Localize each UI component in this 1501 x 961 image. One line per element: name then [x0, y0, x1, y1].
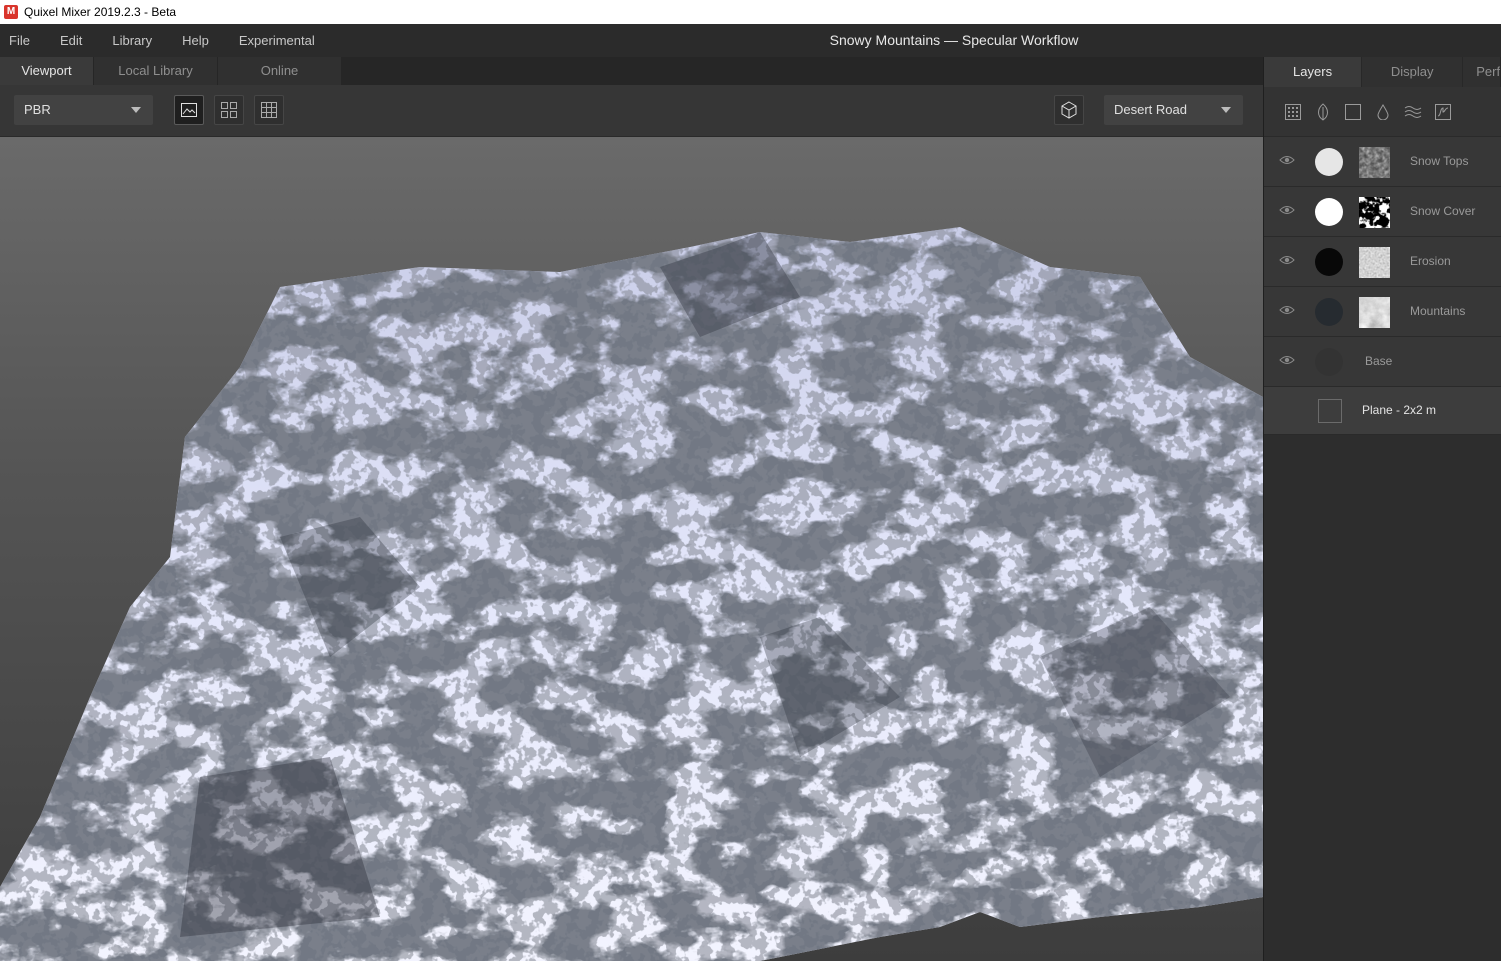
menu-help[interactable]: Help	[167, 33, 224, 48]
viewport-tabs: Viewport Local Library Online	[0, 57, 1263, 85]
mixer-app-icon: M	[4, 5, 18, 19]
mesh-name: Plane - 2x2 m	[1362, 403, 1437, 417]
layer-color-swatch[interactable]	[1315, 198, 1343, 226]
leaf-icon	[1318, 102, 1328, 121]
tab-layers[interactable]: Layers	[1264, 57, 1362, 87]
chevron-down-icon	[1221, 107, 1231, 113]
layer-base[interactable]: Base	[1264, 337, 1501, 387]
eye-icon[interactable]	[1279, 204, 1295, 216]
render-mode-value: PBR	[24, 102, 51, 117]
quad-view-button[interactable]	[214, 95, 244, 125]
menu-experimental[interactable]: Experimental	[224, 33, 330, 48]
environment-dropdown[interactable]: Desert Road	[1104, 95, 1243, 125]
layer-mask-thumbnail[interactable]	[1359, 197, 1390, 228]
window-titlebar: M Quixel Mixer 2019.2.3 - Beta	[0, 0, 1501, 24]
cube-icon	[1061, 101, 1077, 119]
viewport-toolbar: PBR Desert Road	[0, 85, 1263, 137]
menu-file[interactable]: File	[0, 33, 45, 48]
tab-display[interactable]: Display	[1362, 57, 1463, 87]
layer-name: Mountains	[1410, 304, 1466, 318]
waves-icon	[1404, 105, 1422, 118]
eye-icon[interactable]	[1279, 254, 1295, 266]
mesh-plane-icon	[1318, 399, 1342, 423]
eye-icon[interactable]	[1279, 154, 1295, 166]
single-view-button[interactable]	[174, 95, 204, 125]
render-mode-dropdown[interactable]: PBR	[14, 95, 153, 125]
tab-viewport[interactable]: Viewport	[0, 57, 93, 85]
add-solid-layer-button[interactable]	[1338, 97, 1368, 127]
layer-color-swatch[interactable]	[1315, 248, 1343, 276]
add-curve-layer-button[interactable]	[1428, 97, 1458, 127]
layer-mask-thumbnail[interactable]	[1359, 247, 1390, 278]
layer-name: Snow Tops	[1410, 154, 1469, 168]
layer-mask-thumbnail[interactable]	[1359, 297, 1390, 328]
drop-icon	[1377, 103, 1389, 120]
tab-local-library[interactable]: Local Library	[94, 57, 217, 85]
layer-name: Base	[1365, 354, 1393, 368]
add-noise-layer-button[interactable]	[1398, 97, 1428, 127]
layer-color-swatch[interactable]	[1315, 298, 1343, 326]
layer-snow-cover[interactable]: Snow Cover	[1264, 187, 1501, 237]
single-view-icon	[181, 103, 197, 117]
layer-mask-thumbnail[interactable]	[1359, 147, 1390, 178]
quad-view-icon	[221, 102, 237, 118]
layer-color-swatch[interactable]	[1315, 348, 1343, 376]
add-paint-layer-button[interactable]	[1368, 97, 1398, 127]
eye-icon[interactable]	[1279, 304, 1295, 316]
square-icon	[1345, 103, 1361, 120]
menu-edit[interactable]: Edit	[45, 33, 97, 48]
grid-view-icon	[261, 102, 277, 118]
curve-icon	[1435, 103, 1451, 120]
layer-snow-tops[interactable]: Snow Tops	[1264, 137, 1501, 187]
layer-name: Snow Cover	[1410, 204, 1476, 218]
layer-erosion[interactable]: Erosion	[1264, 237, 1501, 287]
layer-mountains[interactable]: Mountains	[1264, 287, 1501, 337]
menu-bar: File Edit Library Help Experimental Snow…	[0, 24, 1501, 57]
grid-view-button[interactable]	[254, 95, 284, 125]
tab-online[interactable]: Online	[218, 57, 341, 85]
chevron-down-icon	[131, 107, 141, 113]
panel-tabs: Layers Display Perf	[1264, 57, 1501, 87]
3d-viewport[interactable]	[0, 137, 1263, 961]
layer-color-swatch[interactable]	[1315, 148, 1343, 176]
texture-grid-icon	[1285, 103, 1301, 120]
environment-toggle-button[interactable]	[1054, 95, 1084, 125]
add-texture-layer-button[interactable]	[1278, 97, 1308, 127]
layers-panel: Layers Display Perf Snow Tops Snow Cover…	[1263, 57, 1501, 961]
environment-value: Desert Road	[1114, 102, 1187, 117]
layer-name: Erosion	[1410, 254, 1451, 268]
add-layer-toolbar	[1264, 87, 1501, 137]
eye-icon[interactable]	[1279, 354, 1295, 366]
add-surface-layer-button[interactable]	[1308, 97, 1338, 127]
tab-performance[interactable]: Perf	[1463, 57, 1500, 87]
terrain-render	[0, 227, 1263, 961]
mesh-row[interactable]: Plane - 2x2 m	[1264, 387, 1501, 435]
window-title: Quixel Mixer 2019.2.3 - Beta	[24, 5, 177, 19]
menu-library[interactable]: Library	[97, 33, 167, 48]
